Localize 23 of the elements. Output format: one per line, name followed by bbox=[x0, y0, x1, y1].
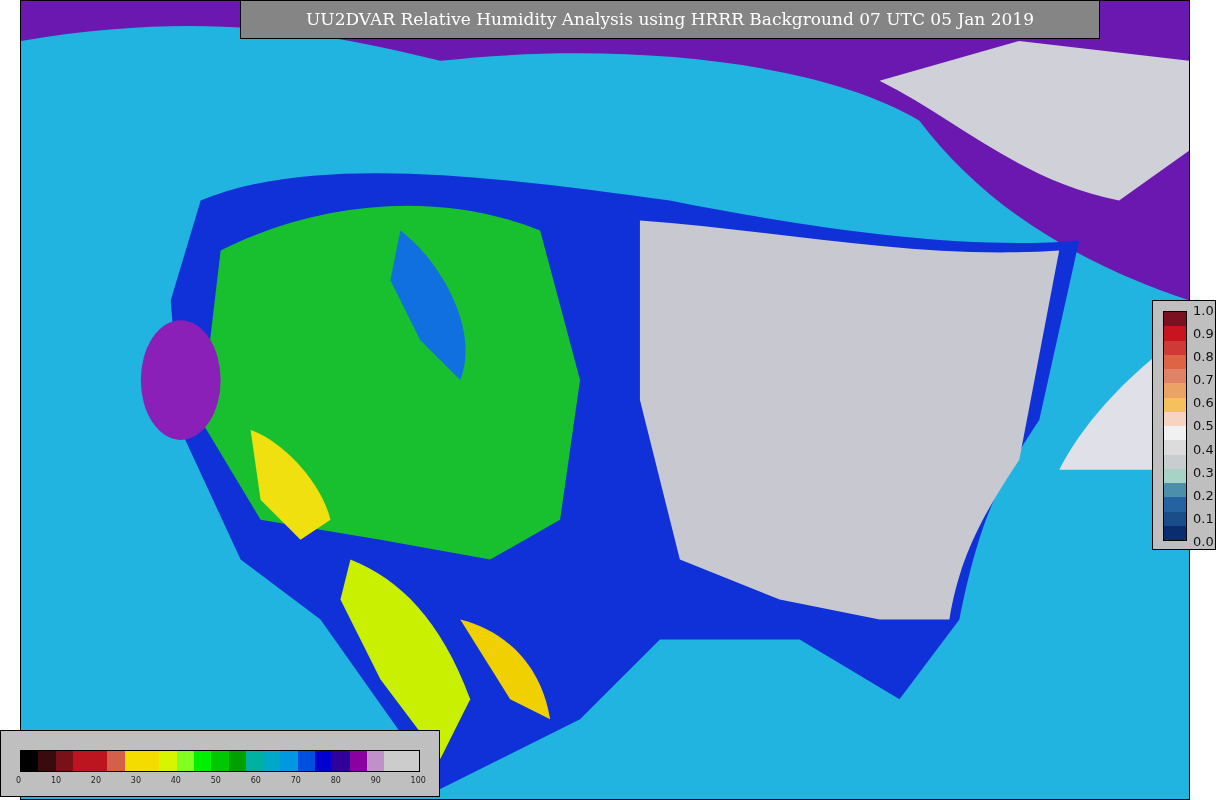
tick-label: 0.1 bbox=[1193, 510, 1214, 526]
map-title: UU2DVAR Relative Humidity Analysis using HRRR Background 07 UTC 05 Jan 2019 bbox=[240, 0, 1100, 39]
tick-label: 0.3 bbox=[1193, 464, 1214, 480]
tick-label: 0.8 bbox=[1193, 349, 1214, 365]
tick-label: 0.5 bbox=[1193, 418, 1214, 434]
tick-label: 30 bbox=[130, 776, 141, 785]
tick-label: 60 bbox=[250, 776, 261, 785]
tick-label: 0.0 bbox=[1193, 533, 1214, 549]
tick-label: 0.9 bbox=[1193, 326, 1214, 342]
tick-label: 70 bbox=[290, 776, 301, 785]
tick-label: 1.0 bbox=[1193, 303, 1214, 318]
tick-label: 0.2 bbox=[1193, 487, 1214, 503]
tick-label: 10 bbox=[50, 776, 62, 785]
tick-label: 20 bbox=[90, 776, 102, 785]
tick-label: 40 bbox=[170, 776, 181, 785]
tick-label: 0.6 bbox=[1193, 395, 1214, 411]
tick-label: 90 bbox=[370, 776, 381, 785]
tick-label: 80 bbox=[330, 776, 341, 785]
tick-label: 0.7 bbox=[1193, 372, 1214, 388]
tick-label: 0 bbox=[16, 776, 22, 785]
tick-label: 100 bbox=[410, 776, 426, 785]
tick-label: 0.4 bbox=[1193, 441, 1214, 457]
tick-label: 50 bbox=[210, 776, 221, 785]
